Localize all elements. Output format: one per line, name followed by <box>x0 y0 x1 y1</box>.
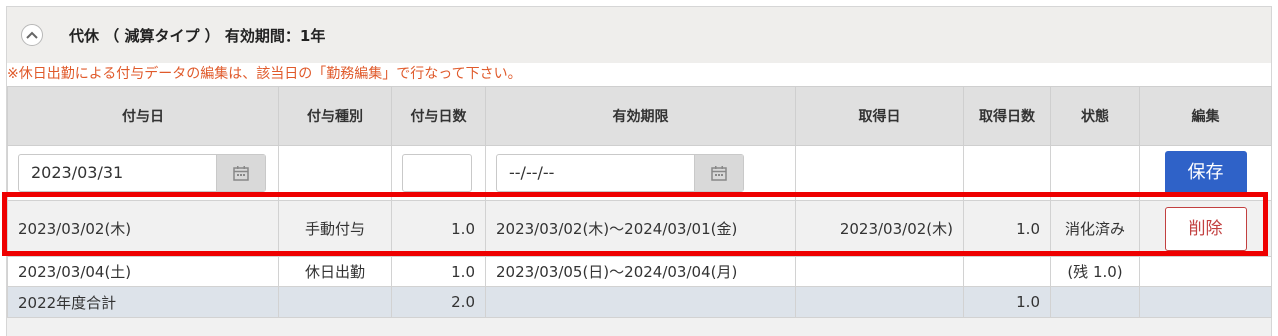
new-grant-input-row: 2023/03/31 --/--/-- 保存 <box>7 145 1272 201</box>
header-grant-days: 付与日数 <box>391 86 486 146</box>
cell-taken-date: 2023/03/02(木) <box>795 200 964 257</box>
panel-header: 代休 （ 減算タイプ ） 有効期間：1年 <box>7 7 1271 63</box>
cell-grant-type: 休日出勤 <box>278 256 392 287</box>
cell-grant-type: 手動付与 <box>278 200 392 257</box>
cell-grant-date: 2023/03/02(木) <box>7 200 279 257</box>
header-taken-date: 取得日 <box>795 86 964 146</box>
collapse-chevron-up-icon[interactable] <box>21 24 43 46</box>
cell-grant-date: 2023/03/04(土) <box>7 256 279 287</box>
expiry-date-field[interactable]: --/--/-- <box>496 154 744 192</box>
total-taken-days: 1.0 <box>963 286 1051 318</box>
total-grant-days: 2.0 <box>391 286 486 318</box>
cell-status: 消化済み <box>1050 200 1140 257</box>
expiry-date-value[interactable]: --/--/-- <box>497 155 694 191</box>
cell-taken-date <box>795 256 964 287</box>
header-grant-date: 付与日 <box>7 86 279 146</box>
cell-status: (残 1.0) <box>1050 256 1140 287</box>
cell-action <box>1139 256 1272 287</box>
header-expiry: 有効期限 <box>485 86 796 146</box>
grant-table: 付与日 付与種別 付与日数 有効期限 取得日 取得日数 状態 編集 2023/0… <box>7 86 1272 318</box>
cell-period: 2023/03/02(木)～2024/03/01(金) <box>485 200 796 257</box>
grant-date-field[interactable]: 2023/03/31 <box>18 154 266 192</box>
cell-period: 2023/03/05(日)～2024/03/04(月) <box>485 256 796 287</box>
calendar-icon[interactable] <box>694 155 743 191</box>
save-button[interactable]: 保存 <box>1164 151 1247 195</box>
edit-notice: ※休日出勤による付与データの編集は、該当日の「勤務編集」で行なって下さい。 <box>7 63 1271 86</box>
grant-days-input[interactable] <box>402 154 472 192</box>
total-label: 2022年度合計 <box>7 286 279 318</box>
compensatory-leave-panel: 代休 （ 減算タイプ ） 有効期間：1年 ※休日出勤による付与データの編集は、該… <box>6 6 1272 336</box>
panel-title: 代休 （ 減算タイプ ） 有効期間：1年 <box>69 26 326 45</box>
total-row: 2022年度合計 2.0 1.0 <box>7 286 1272 318</box>
cell-grant-days: 1.0 <box>391 200 486 257</box>
table-row: 2023/03/04(土) 休日出勤 1.0 2023/03/05(日)～202… <box>7 256 1272 287</box>
delete-button[interactable]: 削除 <box>1164 206 1247 251</box>
grant-date-value[interactable]: 2023/03/31 <box>19 155 216 191</box>
calendar-icon[interactable] <box>216 155 265 191</box>
table-row: 2023/03/02(木) 手動付与 1.0 2023/03/02(木)～202… <box>7 200 1272 257</box>
cell-grant-days: 1.0 <box>391 256 486 287</box>
cell-taken-days: 1.0 <box>963 200 1051 257</box>
header-taken-days: 取得日数 <box>963 86 1051 146</box>
header-status: 状態 <box>1050 86 1140 146</box>
table-header-row: 付与日 付与種別 付与日数 有効期限 取得日 取得日数 状態 編集 <box>7 86 1272 146</box>
header-grant-type: 付与種別 <box>278 86 392 146</box>
cell-taken-days <box>963 256 1051 287</box>
header-edit: 編集 <box>1139 86 1272 146</box>
